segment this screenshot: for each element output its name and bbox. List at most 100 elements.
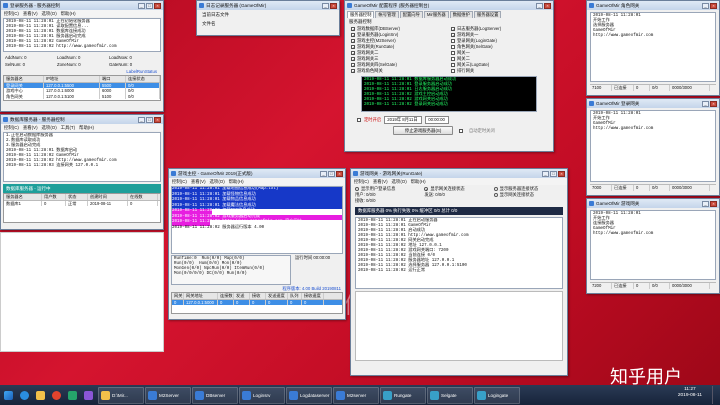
tab-mir[interactable]: Mir服务器 [423,11,449,18]
close-button[interactable]: × [558,170,565,177]
checkbox[interactable]: ✓ [351,69,355,74]
system-clock[interactable]: 11:27 2019-08-11 [678,387,702,399]
close-button[interactable]: × [710,2,717,9]
checkbox[interactable] [451,63,455,67]
column-header[interactable]: 发送 [234,293,250,299]
close-button[interactable]: × [710,200,717,207]
menu-item[interactable]: 控制(C) [172,179,187,185]
stop-server-button[interactable]: 停止游戏服务器(S) [393,126,453,135]
minimize-button[interactable]: _ [542,170,549,177]
quick-launch-tool[interactable] [82,387,97,404]
column-header[interactable]: 连接数 [218,293,234,299]
logserver-titlebar[interactable]: 日志记录服务器 (GameOfMir) _ × [197,1,339,10]
close-button[interactable]: × [544,2,551,9]
quick-launch-folder[interactable] [34,387,49,404]
menu-item[interactable]: 控制(C) [4,125,19,131]
maximize-button[interactable]: □ [328,170,335,177]
minimize-button[interactable]: _ [702,2,709,9]
log-output[interactable]: 2019-08-11 11:28:01 开始工作 选择服务器 GameOfMir… [590,12,716,82]
start-button[interactable] [2,387,17,404]
rungate-titlebar[interactable]: 游戏网关 - 游戏网关(RunGate) _ □ × [351,169,567,178]
menu-item[interactable]: 帮助(H) [79,125,94,131]
checkbox[interactable]: ✓ [351,27,355,32]
column-header[interactable]: 用户数 [42,194,66,200]
checkbox[interactable]: ✓ [351,33,355,38]
menu-item[interactable]: 帮助(H) [229,179,244,185]
column-header[interactable]: 接收 [250,293,266,299]
menu-item[interactable]: 帮助(H) [61,11,76,17]
loginsrv-titlebar[interactable]: 登录服务器 - 服务器控制 _ □ × [1,1,163,10]
auto-close-checkbox[interactable] [459,128,463,133]
dbserver-titlebar[interactable]: 数据库服务器 - 服务器控制 _ □ × [1,115,163,124]
time-picker[interactable]: 00:00:00 [425,116,450,124]
menu-item[interactable]: 查看(V) [373,179,388,185]
radio[interactable]: • [424,187,429,192]
menu-item[interactable]: 选项(O) [42,11,57,17]
menu-item[interactable]: 帮助(H) [411,179,426,185]
column-header[interactable]: 创建时间 [88,194,128,200]
checkbox[interactable]: ✓ [351,45,355,50]
menu-item[interactable]: 查看(V) [23,11,38,17]
minimize-button[interactable]: _ [320,170,327,177]
taskbar-app[interactable]: Rungate [380,386,426,404]
checkbox[interactable]: ✓ [351,39,355,44]
log-output[interactable]: 2019-08-11 11:28:01 开始工作 连接服务器 GameOfMir… [590,210,716,280]
checkbox[interactable]: ✓ [451,27,455,32]
column-header[interactable]: 服务器名 [4,76,44,82]
checkbox[interactable] [451,51,455,55]
checkbox[interactable]: ✓ [351,57,355,62]
radio[interactable] [493,187,498,191]
checkbox[interactable] [451,45,455,49]
table-row[interactable]: 0 127.0.0.1:5000 0 0 0 0 0 0 [172,299,342,305]
menu-item[interactable]: 选项(O) [42,125,57,131]
console-output[interactable]: 2019-08-11 11:28:01 数据库服务器启动成功 2019-08-1… [361,76,537,112]
radio-row[interactable]: 显示网关连接状态 [493,192,563,198]
column-header[interactable]: 端口 [100,76,126,82]
selgate-titlebar[interactable]: GameOfMir 角色网关 _ × [587,1,719,10]
date-picker[interactable]: 2019年 8月11日 [384,116,423,124]
log-output[interactable]: 2019-08-11 11:28:01 加载地图信息成功(Map.txt) 20… [171,186,343,254]
timer-checkbox[interactable] [357,118,361,122]
maximize-button[interactable]: □ [146,2,153,9]
maximize-button[interactable]: □ [550,170,557,177]
column-header[interactable]: IP地址 [44,76,100,82]
tab-settings[interactable]: 服务器设置 [473,11,502,18]
close-button[interactable]: × [154,116,161,123]
minimize-button[interactable]: _ [138,116,145,123]
close-button[interactable]: × [336,170,343,177]
checkbox[interactable]: ✓ [451,33,455,38]
checkbox-row[interactable]: ✓ 游戏角色网关 [351,68,441,74]
minimize-button[interactable]: _ [138,2,145,9]
checkbox[interactable] [451,39,455,43]
menu-item[interactable]: 控制(C) [4,11,19,17]
column-header[interactable]: 接收速度 [302,293,324,299]
tab-server-control[interactable]: 服务器控制 [347,11,375,18]
close-button[interactable]: × [154,2,161,9]
taskbar-app[interactable]: D:\Mir... [98,386,144,404]
log-output[interactable]: 2019-08-11 11:28:01 开始工作 GameOfMir http:… [590,110,716,182]
close-button[interactable]: × [330,2,337,9]
m2server-titlebar[interactable]: 游戏主控 - GameOfMir 2019(正式版) _ □ × [169,169,345,178]
table-row[interactable]: 角色网关 127.0.0.1:5100 5100 0/0 [4,93,160,99]
menu-item[interactable]: 选项(O) [210,179,225,185]
column-header[interactable]: 发送速度 [266,293,288,299]
menu-item[interactable]: 选项(O) [392,179,407,185]
checkbox[interactable]: ✓ [351,63,355,68]
checkbox[interactable]: ✓ [351,51,355,56]
launcher-titlebar[interactable]: GameOfMir 配置程序 (服务器控制台) _ × [345,1,553,10]
radio[interactable] [355,187,359,191]
logingate-titlebar[interactable]: GameOfMir 登录网关 _ × [587,99,719,108]
taskbar-app[interactable]: Logdataserver [286,386,332,404]
taskbar-app[interactable]: Loginsrv [239,386,285,404]
show-desktop-button[interactable] [712,386,718,404]
checkbox[interactable] [451,69,455,73]
taskbar-app[interactable]: M2Server [145,386,191,404]
quick-launch-app[interactable] [66,387,81,404]
column-header[interactable]: 在线数 [128,194,158,200]
taskbar-app[interactable]: Logingate [474,386,520,404]
column-header[interactable]: 服务器名 [4,194,42,200]
column-header[interactable]: 网关 [172,293,184,299]
maximize-button[interactable]: □ [146,116,153,123]
log-output[interactable]: 2019-08-11 11:28:01 正在初始化服务器 2019-08-11 … [3,18,161,52]
column-header[interactable]: 连接状态 [126,76,160,82]
